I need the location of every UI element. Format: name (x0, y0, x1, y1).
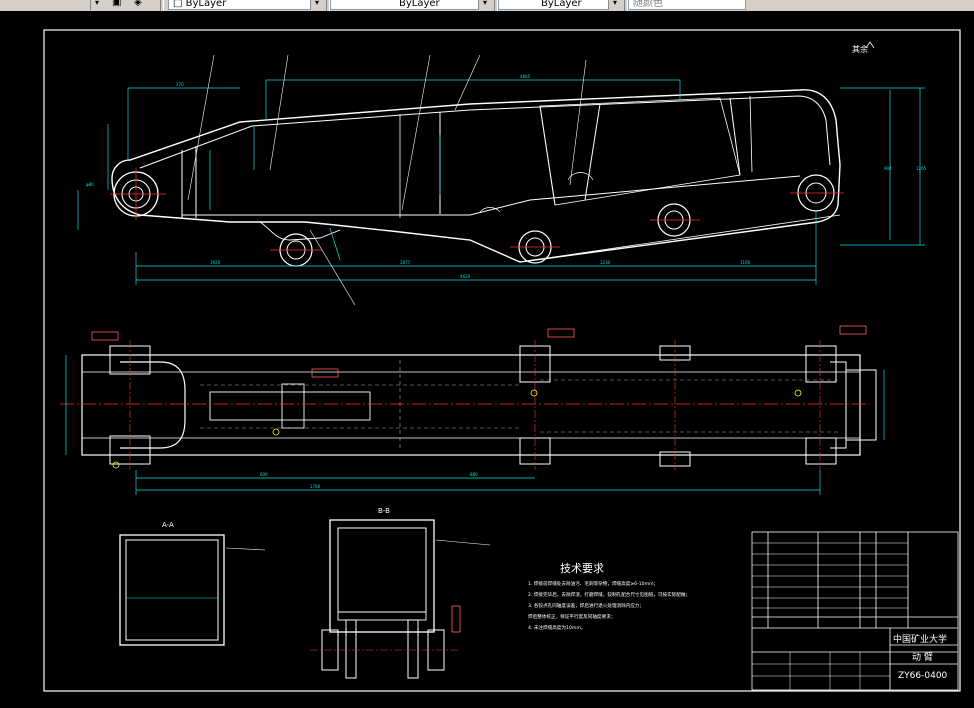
tech-note-4: 焊后整体校正，保证平行度及同轴度要求； (528, 613, 615, 620)
color-swatch-icon: □ (173, 0, 186, 9)
layer-properties-icon[interactable]: ◈ (130, 0, 152, 10)
drawing-number: ZY66-0400 (898, 671, 948, 681)
plan-dimension-texts: 1780 600 880 (260, 472, 478, 489)
plotstyle-control-value: 随颜色 (633, 0, 663, 9)
title-block (751, 531, 959, 691)
svg-text:270: 270 (176, 82, 184, 87)
svg-text:2877: 2877 (400, 260, 411, 265)
color-control[interactable]: □ ByLayer (168, 0, 322, 10)
drawing-canvas[interactable]: 其余 4865 4620 1920 2877 1230 1160 270 904… (0, 11, 974, 704)
dropdown-arrow-icon[interactable]: ▾ (90, 0, 103, 10)
section-b-b: B-B (310, 507, 491, 679)
plotstyle-control[interactable]: 随颜色 (628, 0, 746, 10)
boom-side-view (110, 89, 844, 267)
svg-text:880: 880 (470, 472, 478, 477)
roughness-label: 其余 (852, 44, 868, 54)
dimension-texts: 4865 4620 1920 2877 1230 1160 270 904 12… (86, 74, 927, 279)
chevron-down-icon[interactable]: ▾ (478, 0, 491, 10)
tech-note-3: 3. 各铰点孔同轴度误差，焊后进行退火处理消除内应力； (528, 602, 644, 609)
boom-plan-view (60, 340, 877, 470)
tech-note-5: 4. 未注焊缝高度为10mm。 (528, 624, 585, 631)
linetype-control[interactable]: ByLayer (330, 0, 490, 10)
leader-lines (187, 54, 587, 306)
part-name: 动 臂 (912, 651, 933, 663)
layer-state-icon[interactable]: ▣ (108, 0, 124, 10)
tech-note-2: 2. 焊接完毕后，去除焊渣，打磨焊缝，铰制孔配合尺寸见图纸，可按实际配做； (528, 591, 690, 598)
svg-text:1920: 1920 (210, 260, 221, 265)
weld-symbols (91, 325, 867, 469)
chevron-down-icon[interactable]: ▾ (310, 0, 323, 10)
lineweight-control[interactable]: ByLayer (498, 0, 620, 10)
section-bb-title: B-B (378, 507, 390, 515)
lineweight-control-value: ByLayer (541, 0, 582, 9)
svg-text:1780: 1780 (310, 484, 321, 489)
svg-text:1160: 1160 (740, 260, 751, 265)
svg-text:φ80: φ80 (86, 182, 94, 187)
svg-text:4620: 4620 (460, 274, 471, 279)
section-a-a: A-A (119, 521, 266, 646)
svg-text:4865: 4865 (520, 74, 531, 79)
tech-title: 技术要求 (560, 562, 604, 575)
color-control-value: ByLayer (185, 0, 227, 9)
svg-text:1230: 1230 (600, 260, 611, 265)
toolbar-separator (160, 0, 164, 11)
university-name: 中国矿业大学 (893, 633, 947, 645)
drawing-border (43, 29, 961, 692)
section-aa-title: A-A (162, 521, 174, 529)
svg-text:904: 904 (884, 166, 892, 171)
chevron-down-icon[interactable]: ▾ (608, 0, 621, 10)
svg-text:600: 600 (260, 472, 268, 477)
technical-requirements: 技术要求 1. 焊接前焊缝处去除油污、毛刺等杂物，焊缝高度≥6-10mm； 2.… (528, 562, 690, 631)
svg-text:1265: 1265 (916, 166, 927, 171)
tech-note-1: 1. 焊接前焊缝处去除油污、毛刺等杂物，焊缝高度≥6-10mm； (528, 580, 658, 587)
linetype-control-value: ByLayer (399, 0, 440, 9)
cad-drawing: 其余 4865 4620 1920 2877 1230 1160 270 904… (43, 29, 961, 692)
